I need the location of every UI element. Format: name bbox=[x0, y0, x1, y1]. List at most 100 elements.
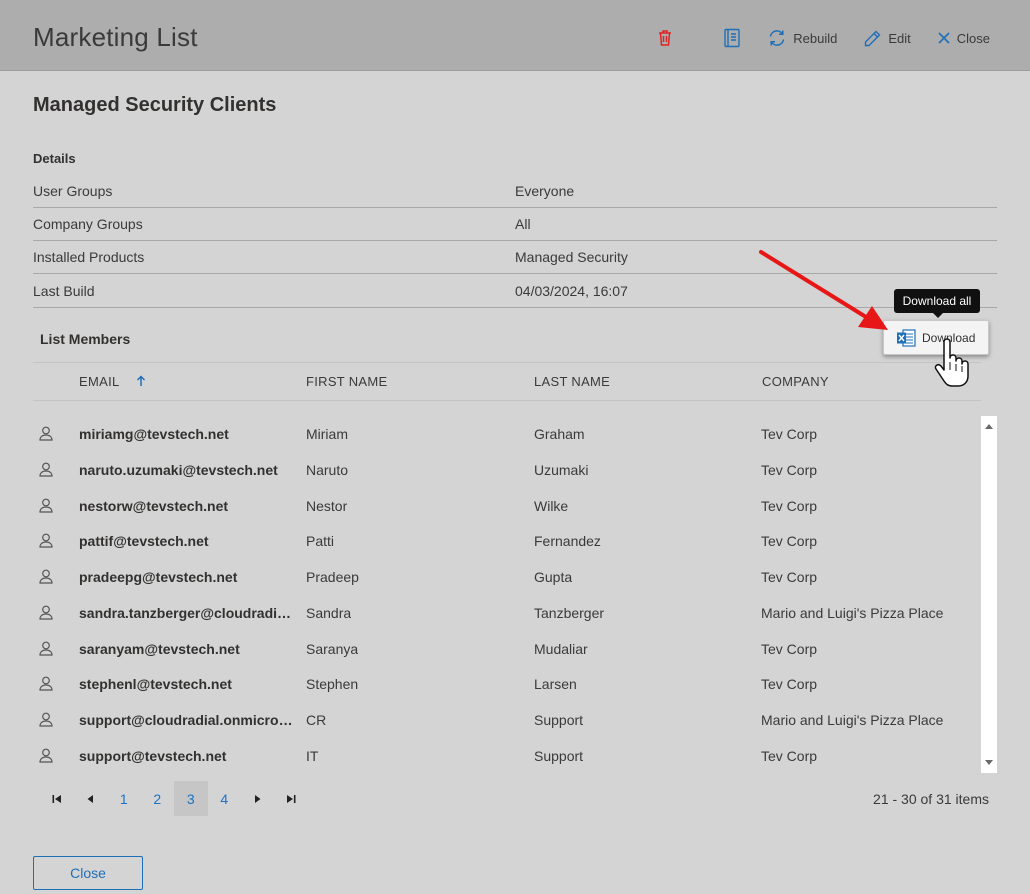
rebuild-label: Rebuild bbox=[793, 30, 838, 46]
app-header: Marketing List Rebuild Edit Close bbox=[0, 0, 1030, 71]
detail-row-user-groups: User Groups Everyone bbox=[33, 175, 997, 208]
cell-company: Tev Corp bbox=[761, 462, 818, 478]
page-button-4[interactable]: 4 bbox=[208, 781, 242, 816]
close-button[interactable]: Close bbox=[33, 856, 143, 890]
cell-email: support@tevstech.net bbox=[79, 748, 227, 764]
column-header-company[interactable]: COMPANY bbox=[762, 374, 829, 389]
cell-first-name: CR bbox=[306, 712, 327, 728]
cell-first-name: Stephen bbox=[306, 676, 359, 692]
last-page-button[interactable] bbox=[275, 781, 309, 816]
column-label: EMAIL bbox=[79, 374, 120, 389]
detail-key: Last Build bbox=[33, 283, 95, 299]
user-icon bbox=[39, 605, 53, 620]
cell-email: naruto.uzumaki@tevstech.net bbox=[79, 462, 278, 478]
table-row[interactable]: nestorw@tevstech.net Nestor Wilke Tev Co… bbox=[33, 488, 981, 524]
first-page-button[interactable] bbox=[40, 781, 74, 816]
cell-first-name: Sandra bbox=[306, 605, 352, 621]
download-button[interactable]: Download bbox=[883, 320, 989, 355]
cell-first-name: Patti bbox=[306, 533, 335, 549]
cell-email: sandra.tanzberger@cloudradia... bbox=[79, 605, 294, 621]
page-button-3[interactable]: 3 bbox=[174, 781, 208, 816]
notes-button[interactable] bbox=[723, 28, 741, 48]
user-icon bbox=[39, 533, 53, 548]
cell-company: Tev Corp bbox=[761, 641, 818, 657]
table-row[interactable]: support@cloudradial.onmicros... CR Suppo… bbox=[33, 702, 981, 738]
header-close-button[interactable]: Close bbox=[937, 31, 990, 46]
edit-button[interactable]: Edit bbox=[863, 29, 911, 48]
table-row[interactable]: support@tevstech.net IT Support Tev Corp bbox=[33, 738, 981, 774]
detail-key: User Groups bbox=[33, 183, 113, 199]
cell-company: Tev Corp bbox=[761, 748, 818, 764]
cell-company: Tev Corp bbox=[761, 533, 818, 549]
cell-last-name: Fernandez bbox=[534, 533, 601, 549]
cell-last-name: Support bbox=[534, 748, 584, 764]
cell-company: Tev Corp bbox=[761, 426, 818, 442]
sort-ascending-icon bbox=[136, 375, 145, 386]
detail-value: 04/03/2024, 16:07 bbox=[515, 283, 628, 299]
user-icon bbox=[39, 426, 53, 441]
cell-first-name: Miriam bbox=[306, 426, 348, 442]
cell-last-name: Support bbox=[534, 712, 584, 728]
chevron-left-icon bbox=[87, 794, 94, 803]
detail-key: Installed Products bbox=[33, 249, 145, 265]
scroll-up-icon[interactable] bbox=[981, 419, 997, 435]
download-tooltip: Download all bbox=[894, 289, 980, 318]
cell-company: Mario and Luigi's Pizza Place bbox=[761, 605, 944, 621]
table-row[interactable]: miriamg@tevstech.net Miriam Graham Tev C… bbox=[33, 416, 981, 452]
members-grid: miriamg@tevstech.net Miriam Graham Tev C… bbox=[33, 416, 981, 773]
cell-last-name: Tanzberger bbox=[534, 605, 605, 621]
cell-last-name: Graham bbox=[534, 426, 585, 442]
table-row[interactable]: stephenl@tevstech.net Stephen Larsen Tev… bbox=[33, 666, 981, 702]
list-members-label: List Members bbox=[40, 331, 131, 347]
user-icon bbox=[39, 641, 53, 656]
cell-last-name: Larsen bbox=[534, 676, 577, 692]
cell-first-name: Naruto bbox=[306, 462, 349, 478]
previous-page-button[interactable] bbox=[74, 781, 108, 816]
table-row[interactable]: pradeepg@tevstech.net Pradeep Gupta Tev … bbox=[33, 559, 981, 595]
cell-email: pradeepg@tevstech.net bbox=[79, 569, 238, 585]
detail-value: Everyone bbox=[515, 183, 575, 199]
page-button-1[interactable]: 1 bbox=[107, 781, 141, 816]
cell-last-name: Mudaliar bbox=[534, 641, 588, 657]
cell-email: miriamg@tevstech.net bbox=[79, 426, 229, 442]
pager-info: 21 - 30 of 31 items bbox=[873, 791, 989, 807]
table-row[interactable]: naruto.uzumaki@tevstech.net Naruto Uzuma… bbox=[33, 452, 981, 488]
scroll-down-icon[interactable] bbox=[981, 754, 997, 770]
cell-last-name: Wilke bbox=[534, 498, 569, 514]
detail-value: Managed Security bbox=[515, 249, 628, 265]
excel-icon bbox=[897, 328, 916, 347]
column-header-first-name[interactable]: FIRST NAME bbox=[306, 374, 388, 389]
divider bbox=[33, 400, 981, 401]
cell-company: Tev Corp bbox=[761, 498, 818, 514]
cell-email: support@cloudradial.onmicros... bbox=[79, 712, 294, 728]
detail-key: Company Groups bbox=[33, 216, 143, 232]
table-row[interactable]: sandra.tanzberger@cloudradia... Sandra T… bbox=[33, 595, 981, 631]
cell-company: Tev Corp bbox=[761, 676, 818, 692]
detail-row-installed-products: Installed Products Managed Security bbox=[33, 241, 997, 274]
close-label: Close bbox=[956, 30, 990, 46]
cell-company: Mario and Luigi's Pizza Place bbox=[761, 712, 944, 728]
download-label: Download bbox=[922, 330, 976, 345]
detail-value: All bbox=[515, 216, 531, 232]
toolbar: Rebuild Edit Close bbox=[657, 24, 990, 52]
cell-email: saranyam@tevstech.net bbox=[79, 641, 240, 657]
cell-first-name: IT bbox=[306, 748, 319, 764]
column-header-email[interactable]: EMAIL bbox=[79, 374, 146, 389]
user-icon bbox=[39, 498, 53, 513]
panel-title: Managed Security Clients bbox=[33, 94, 277, 116]
grid-scrollbar[interactable] bbox=[981, 416, 997, 773]
trash-icon bbox=[659, 30, 672, 46]
app-title: Marketing List bbox=[33, 22, 198, 52]
page-button-2[interactable]: 2 bbox=[141, 781, 175, 816]
user-icon bbox=[39, 676, 53, 691]
detail-row-company-groups: Company Groups All bbox=[33, 208, 997, 241]
table-row[interactable]: pattif@tevstech.net Patti Fernandez Tev … bbox=[33, 523, 981, 559]
next-page-button[interactable] bbox=[241, 781, 275, 816]
column-header-last-name[interactable]: LAST NAME bbox=[534, 374, 610, 389]
rebuild-button[interactable]: Rebuild bbox=[767, 28, 837, 48]
pencil-icon bbox=[865, 30, 881, 46]
divider bbox=[33, 362, 981, 363]
table-row[interactable]: saranyam@tevstech.net Saranya Mudaliar T… bbox=[33, 631, 981, 667]
cell-email: pattif@tevstech.net bbox=[79, 533, 209, 549]
delete-button[interactable] bbox=[657, 29, 673, 47]
